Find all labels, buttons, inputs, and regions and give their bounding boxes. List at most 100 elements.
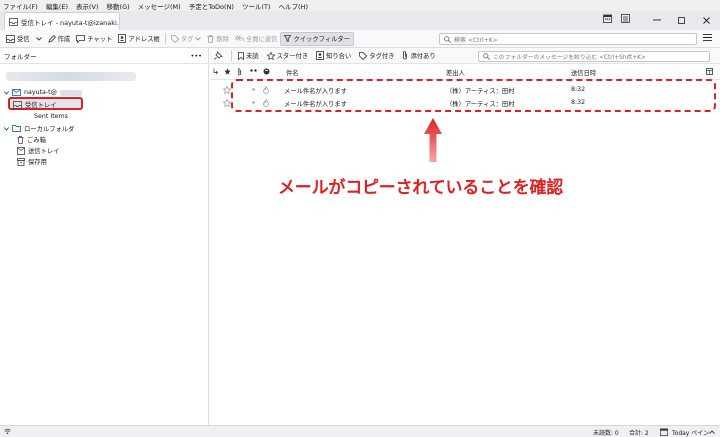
sticky-pin-icon[interactable]: [214, 51, 223, 60]
menu-view[interactable]: 表示(V): [76, 1, 99, 11]
chevron-up-icon[interactable]: [709, 430, 715, 434]
menu-message[interactable]: メッセージ(M): [138, 1, 181, 11]
star-column-icon[interactable]: [224, 68, 231, 75]
folder-sent-items[interactable]: Sent Items: [34, 113, 68, 120]
thread-column-icon[interactable]: [213, 68, 218, 75]
local-folders-row[interactable]: ローカルフォルダ: [4, 124, 74, 133]
address-book-icon: [118, 34, 127, 43]
blurred-domain: [59, 89, 82, 96]
calendar-tab-icon[interactable]: [603, 14, 612, 23]
star-icon: [266, 51, 275, 60]
app-menu-button[interactable]: [703, 34, 712, 43]
hamburger-icon: [703, 34, 712, 41]
qf-separator: [231, 50, 232, 61]
blurred-account-name: [6, 72, 136, 81]
account-mail-icon: [12, 89, 21, 96]
chevron-down-icon: [35, 36, 42, 41]
menu-help[interactable]: ヘルプ(H): [279, 1, 308, 11]
folder-archive-label: 保存用: [28, 159, 47, 166]
star-icon[interactable]: [223, 86, 231, 94]
account-row[interactable]: nayuta-t@: [4, 89, 82, 96]
star-icon[interactable]: [223, 99, 231, 107]
menu-bar: ファイル(F) 編集(E) 表示(V) 移動(G) メッセージ(M) 予定とTo…: [0, 0, 720, 11]
menu-tools[interactable]: ツール(T): [242, 1, 271, 11]
qf-starred-toggle[interactable]: スター付き: [263, 51, 312, 60]
today-pane-toggle[interactable]: Today ペイン: [672, 428, 709, 437]
qf-unread-toggle[interactable]: 未読: [234, 51, 263, 60]
thread-column-header: 件名 差出人 送信日時: [210, 64, 720, 80]
folder-filter-input[interactable]: このフォルダーのメッセージを絞り込む <Ctrl+Shift+K>: [478, 51, 710, 62]
folder-sent-items-label: Sent Items: [34, 113, 68, 120]
folder-trash[interactable]: ごみ箱: [17, 135, 46, 144]
maximize-button[interactable]: [669, 11, 693, 29]
tag-icon: [170, 34, 179, 43]
folder-pane-title: フォルダー: [4, 52, 37, 61]
get-mail-button[interactable]: 受信: [3, 32, 33, 46]
menu-events-tasks[interactable]: 予定とToDo(N): [189, 1, 234, 11]
attachment-column-icon[interactable]: [237, 68, 242, 76]
qf-tags-toggle[interactable]: タグ付き: [355, 51, 398, 60]
inbox-tab-icon: [9, 17, 18, 26]
folder-inbox[interactable]: 受信トレイ: [13, 100, 56, 109]
archive-icon: [17, 157, 25, 166]
annotation-callout: メールがコピーされていることを確認: [278, 178, 564, 198]
junk-column-icon[interactable]: [263, 68, 270, 75]
qf-contacts-toggle[interactable]: 知り合い: [312, 51, 355, 60]
download-icon: [6, 34, 15, 43]
sender-column-header[interactable]: 差出人: [446, 68, 465, 77]
trash-icon: [207, 34, 214, 43]
folder-outbox[interactable]: 送信トレイ: [17, 146, 59, 155]
quick-filter-button[interactable]: クイックフィルター: [280, 31, 355, 46]
search-placeholder: 検索 <Ctrl+K>: [454, 36, 498, 44]
bookmark-icon: [238, 51, 244, 60]
thunderbird-window: ファイル(F) 編集(E) 表示(V) 移動(G) メッセージ(M) 予定とTo…: [0, 0, 720, 437]
folder-pane-menu-button[interactable]: •••: [190, 52, 202, 60]
delete-button[interactable]: 削除: [204, 32, 232, 46]
write-button[interactable]: 作成: [45, 32, 74, 46]
chevron-down-icon: [195, 36, 202, 41]
copied-messages-highlight: [231, 79, 716, 112]
folder-archive[interactable]: 保存用: [17, 157, 47, 166]
tag-icon: [359, 51, 368, 60]
date-column-header[interactable]: 送信日時: [571, 68, 596, 77]
unread-count: 未読数: 0: [593, 430, 619, 437]
tab-strip: 受信トレイ - nayuta-t@izanaki.jp: [0, 11, 720, 30]
folder-inbox-label: 受信トレイ: [25, 102, 57, 109]
address-book-button[interactable]: アドレス帳: [115, 32, 162, 46]
search-icon: [483, 53, 490, 60]
tab-title: 受信トレイ - nayuta-t@izanaki.jp: [21, 18, 119, 27]
reply-all-icon: [234, 35, 244, 42]
toolbar-separator: [164, 33, 166, 44]
contact-icon: [316, 51, 324, 60]
paperclip-icon: [402, 51, 408, 60]
minimize-button[interactable]: [645, 11, 669, 29]
menu-edit[interactable]: 編集(E): [46, 1, 68, 11]
menu-go[interactable]: 移動(G): [107, 1, 130, 11]
status-bar: 未読数: 0 合計: 2 Today ペイン: [0, 425, 720, 437]
subject-column-header[interactable]: 件名: [286, 68, 299, 77]
tag-button[interactable]: タグ: [168, 32, 205, 46]
global-search-input[interactable]: 検索 <Ctrl+K>: [439, 33, 697, 45]
inbox-icon: [13, 100, 22, 109]
read-status-column-icon[interactable]: [250, 68, 257, 73]
column-picker-icon[interactable]: [706, 68, 713, 75]
reply-all-button[interactable]: 全員に返信: [232, 32, 280, 46]
folder-icon: [12, 125, 21, 132]
chevron-down-icon: [4, 90, 9, 95]
folder-outbox-label: 送信トレイ: [28, 148, 60, 155]
trash-icon: [17, 135, 24, 144]
tasks-tab-icon[interactable]: [621, 14, 630, 23]
menu-file[interactable]: ファイル(F): [3, 1, 38, 11]
filter-placeholder: このフォルダーのメッセージを絞り込む <Ctrl+Shift+K>: [493, 55, 646, 61]
close-window-button[interactable]: [694, 11, 718, 29]
calendar-icon: [660, 428, 668, 436]
tab-inbox[interactable]: 受信トレイ - nayuta-t@izanaki.jp: [4, 12, 120, 30]
filter-icon: [284, 35, 292, 42]
connection-status-icon[interactable]: [4, 428, 11, 435]
get-mail-dropdown[interactable]: [33, 32, 45, 46]
chat-button[interactable]: チャット: [73, 32, 115, 46]
outbox-icon: [17, 146, 25, 155]
chevron-down-icon: [4, 126, 9, 131]
chat-icon: [76, 34, 86, 43]
qf-attachments-toggle[interactable]: 添付あり: [398, 51, 439, 60]
